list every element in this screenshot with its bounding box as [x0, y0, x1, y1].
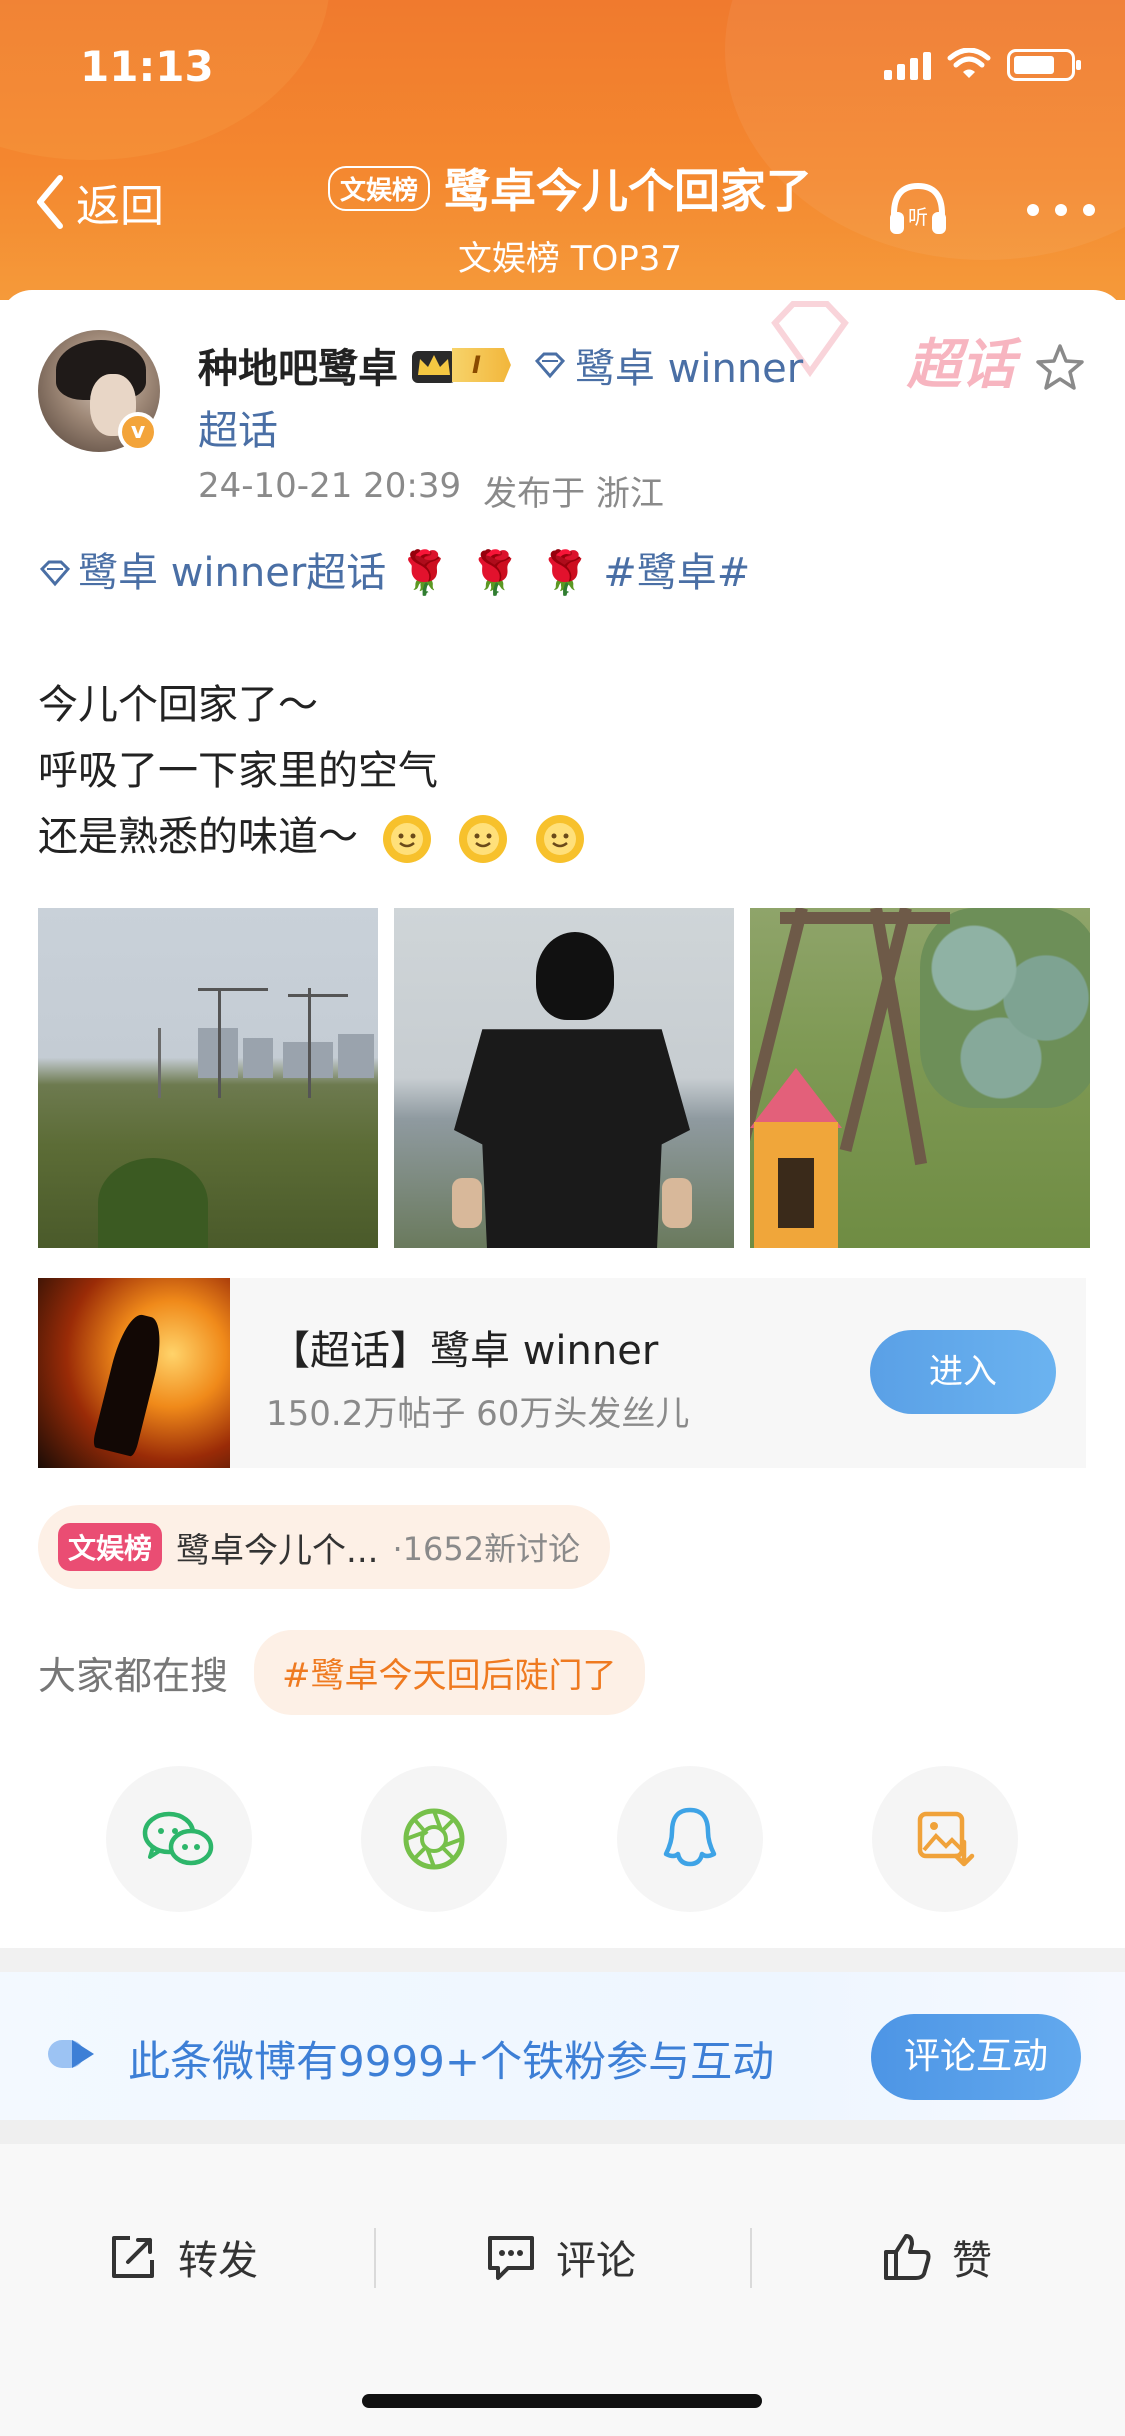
- qq-icon: [663, 1807, 716, 1867]
- photo-fields[interactable]: [38, 908, 378, 1248]
- post-line: 呼吸了一下家里的空气: [38, 748, 438, 794]
- post-location: 发布于 浙江: [483, 474, 664, 514]
- sunflower-emoji-icon: [459, 815, 508, 863]
- supertopic-suffix[interactable]: 超话: [198, 398, 278, 456]
- vip-level: I: [452, 348, 511, 382]
- supertopic-link[interactable]: 鹭卓 winner: [533, 336, 803, 394]
- topic-tag-line: 鹭卓 winner超话 🌹 🌹 🌹 #鹭卓#: [38, 540, 1088, 606]
- like-button[interactable]: 赞: [880, 2228, 992, 2286]
- wifi-icon: [947, 48, 991, 78]
- post-content: 鹭卓 winner超话 🌹 🌹 🌹 #鹭卓# 今儿个回家了～ 呼吸了一下家里的空…: [38, 540, 1088, 870]
- action-separator: [374, 2228, 376, 2288]
- fan-interaction-text: 此条微博有9999+个铁粉参与互动: [128, 2037, 775, 2086]
- photo-swing[interactable]: [750, 908, 1090, 1248]
- qq-share-button[interactable]: [616, 1766, 763, 1912]
- back-label: 返回: [76, 181, 164, 232]
- verified-badge-icon: v: [118, 412, 158, 452]
- author-line: 种地吧鹭卓 I 鹭卓 winner: [198, 336, 803, 394]
- fan-tag-icon: [48, 2040, 94, 2068]
- post-line: 今儿个回家了～: [38, 682, 318, 728]
- diamond-icon: [39, 560, 71, 587]
- section-divider: [0, 1948, 1125, 1972]
- ranking-badge: 文娱榜: [58, 1523, 163, 1571]
- chevron-left-icon: [37, 175, 63, 229]
- svg-text:听: 听: [908, 205, 928, 229]
- supertopic-name: 鹭卓 winner: [574, 346, 804, 392]
- wechat-icon: [142, 1811, 214, 1866]
- like-label: 赞: [952, 2238, 992, 2284]
- vip-badge[interactable]: I: [410, 345, 511, 385]
- post-date: 24-10-21 20:39: [198, 466, 462, 506]
- rose-emoji: 🌹: [468, 548, 521, 597]
- post-line-with-emoji: 还是熟悉的味道～: [38, 804, 1088, 870]
- sunflower-emoji-icon: [536, 815, 585, 863]
- trending-search: 大家都在搜 #鹭卓今天回后陡门了: [38, 1630, 645, 1715]
- thumbs-up-icon: [884, 2234, 931, 2280]
- home-indicator[interactable]: [362, 2394, 762, 2408]
- sunflower-emoji-icon: [382, 815, 431, 863]
- ranking-badge: 文娱榜: [327, 165, 430, 211]
- nav-title-block[interactable]: 文娱榜 鹭卓今儿个回家了 文娱榜 TOP37: [290, 155, 850, 280]
- repost-label: 转发: [178, 2238, 258, 2284]
- page-title: 鹭卓今儿个回家了: [444, 164, 812, 218]
- headphones-icon[interactable]: 听: [882, 172, 954, 244]
- supertopic-promo-card[interactable]: 【超话】鹭卓 winner 150.2万帖子 60万头发丝儿 进入: [38, 1278, 1086, 1468]
- status-time: 11:13: [80, 42, 214, 91]
- more-options-icon[interactable]: [1027, 204, 1095, 216]
- comment-label: 评论: [556, 2238, 636, 2284]
- crown-icon: [412, 351, 456, 383]
- favorite-star-icon[interactable]: [1032, 340, 1088, 396]
- hashtag[interactable]: #鹭卓#: [603, 540, 750, 606]
- share-row: [106, 1766, 1018, 1912]
- action-separator: [750, 2228, 752, 2288]
- rose-emoji: 🌹: [538, 548, 592, 597]
- cellular-signal-icon: [884, 50, 931, 80]
- comment-interact-button[interactable]: 评论互动: [871, 2014, 1081, 2100]
- search-tag[interactable]: #鹭卓今天回后陡门了: [254, 1630, 645, 1715]
- ranking-count: ·1652新讨论: [392, 1530, 581, 1568]
- post-meta: 24-10-21 20:39 发布于 浙江: [198, 466, 664, 515]
- save-image-icon: [917, 1811, 975, 1867]
- topic-tag[interactable]: 鹭卓 winner超话: [78, 540, 386, 606]
- repost-icon: [112, 2236, 154, 2278]
- save-image-button[interactable]: [871, 1766, 1018, 1912]
- moments-icon: [403, 1808, 465, 1870]
- post-line: 还是熟悉的味道～: [38, 814, 358, 860]
- enter-button[interactable]: 进入: [870, 1330, 1056, 1414]
- photo-grid: [38, 908, 1090, 1248]
- diamond-icon: [534, 352, 565, 379]
- bottom-action-bar: [0, 2144, 1125, 2436]
- supertopic-cover-image: [38, 1278, 230, 1468]
- ranking-pill[interactable]: 文娱榜 鹭卓今儿个... ·1652新讨论: [38, 1505, 611, 1589]
- page-subtitle: 文娱榜 TOP37: [457, 239, 683, 279]
- comment-button[interactable]: 评论: [484, 2228, 636, 2286]
- repost-button[interactable]: 转发: [106, 2228, 258, 2286]
- wechat-share-button[interactable]: [106, 1766, 252, 1912]
- promo-stats: 150.2万帖子 60万头发丝儿: [266, 1394, 690, 1434]
- search-label: 大家都在搜: [38, 1654, 229, 1698]
- author-name[interactable]: 种地吧鹭卓: [198, 336, 398, 394]
- photo-person[interactable]: [394, 908, 734, 1248]
- section-divider: [0, 2120, 1125, 2144]
- promo-title: 【超话】鹭卓 winner: [270, 1328, 659, 1374]
- back-button[interactable]: 返回: [32, 170, 164, 234]
- rose-emoji: 🌹: [398, 548, 451, 597]
- ranking-title: 鹭卓今儿个...: [176, 1530, 379, 1571]
- comment-icon: [488, 2236, 534, 2280]
- battery-icon: [1007, 49, 1081, 81]
- moments-share-button[interactable]: [361, 1766, 508, 1912]
- status-icons: [884, 48, 1081, 82]
- supertopic-watermark: 超话: [907, 333, 1015, 396]
